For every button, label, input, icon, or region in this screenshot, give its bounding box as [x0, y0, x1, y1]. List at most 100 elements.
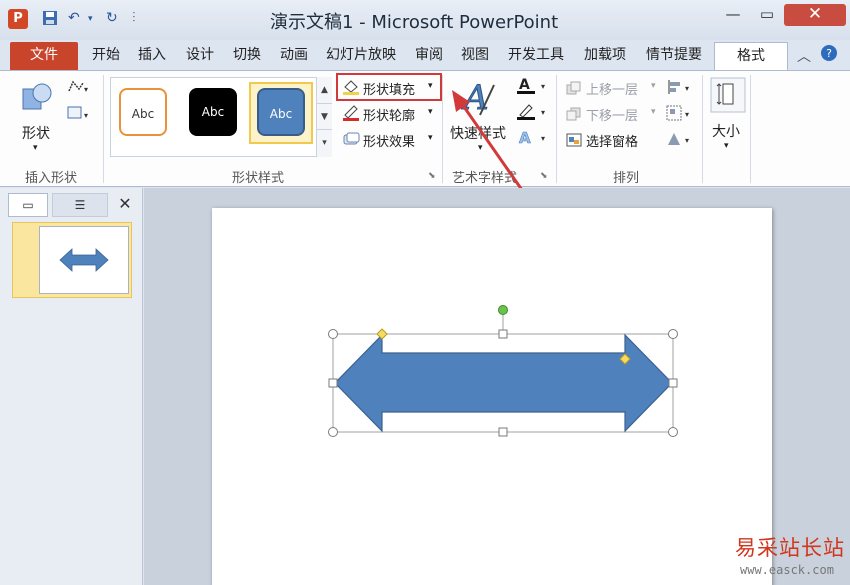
- shapes-button[interactable]: 形状: [22, 123, 50, 143]
- slides-tab[interactable]: ▭: [8, 193, 48, 217]
- shape-style-black[interactable]: Abc: [189, 88, 237, 136]
- group-divider: [750, 75, 751, 183]
- shapes-dropdown-icon[interactable]: ▾: [33, 143, 38, 153]
- tab-format[interactable]: 格式: [714, 42, 788, 70]
- slides-pane: ▭ ☰ ✕ 1: [0, 188, 143, 585]
- svg-text:▾: ▾: [541, 108, 545, 117]
- bring-forward-icon: [566, 81, 582, 99]
- tab-insert[interactable]: 插入: [134, 42, 170, 70]
- insert-shapes-group-label: 插入形状: [25, 171, 78, 186]
- svg-text:▾: ▾: [541, 82, 545, 91]
- shape-outline-dropdown-icon[interactable]: ▾: [428, 107, 433, 117]
- slide-shapes: [328, 305, 678, 437]
- redo-icon[interactable]: ↻: [106, 10, 118, 26]
- gallery-up-icon[interactable]: ▲: [317, 77, 332, 103]
- tab-view[interactable]: 视图: [457, 42, 493, 70]
- undo-icon[interactable]: ↶: [68, 10, 80, 26]
- resize-handle-right: [668, 378, 678, 388]
- slide-editor: [144, 188, 850, 585]
- send-backward-icon: [566, 107, 582, 125]
- customize-toolbar-icon[interactable]: ⫶: [132, 10, 136, 26]
- gallery-down-icon[interactable]: ▼: [317, 103, 332, 129]
- shape-fill-highlight-box: [336, 73, 442, 101]
- slide-thumbnail[interactable]: [39, 226, 129, 294]
- resize-handle-bottom-right: [668, 427, 678, 437]
- tab-slideshow[interactable]: 幻灯片放映: [322, 42, 400, 70]
- tab-design[interactable]: 设计: [182, 42, 218, 70]
- group-divider: [103, 75, 104, 183]
- annotation-arrow: [452, 90, 524, 191]
- tab-home[interactable]: 开始: [88, 42, 124, 70]
- help-icon[interactable]: ?: [820, 44, 838, 66]
- undo-dropdown-icon[interactable]: ▾: [88, 14, 93, 24]
- maximize-button[interactable]: ▭: [752, 4, 782, 26]
- send-backward-button[interactable]: 下移一层: [586, 105, 638, 124]
- resize-handle-left: [328, 378, 338, 388]
- pane-tabs: ▭ ☰ ✕: [8, 193, 136, 217]
- thumbnail-arrow-shape: [59, 248, 109, 272]
- svg-text:▾: ▾: [541, 134, 545, 143]
- watermark-url: www.easck.com: [740, 563, 834, 577]
- minimize-ribbon-icon[interactable]: ︿: [797, 46, 811, 66]
- tab-transitions[interactable]: 切换: [229, 42, 265, 70]
- rotate-icon[interactable]: ▾: [666, 131, 694, 151]
- size-icon[interactable]: [710, 77, 746, 117]
- adjust-handle-head: [376, 328, 388, 340]
- shape-styles-launcher-icon[interactable]: ⬊: [428, 171, 436, 181]
- svg-text:▾: ▾: [685, 110, 689, 119]
- edit-shape-icon[interactable]: ▾: [67, 79, 89, 99]
- resize-handle-top-left: [328, 329, 338, 339]
- shape-effects-dropdown-icon[interactable]: ▾: [428, 133, 433, 143]
- shape-styles-group-label: 形状样式: [232, 171, 285, 186]
- close-button[interactable]: ✕: [784, 4, 846, 26]
- rotation-handle: [498, 305, 508, 315]
- close-pane-icon[interactable]: ✕: [114, 193, 136, 217]
- shape-style-blue[interactable]: Abc: [257, 88, 305, 136]
- text-box-icon[interactable]: ▾: [67, 105, 89, 125]
- bring-forward-dropdown-icon[interactable]: ▾: [651, 81, 656, 91]
- bring-forward-button[interactable]: 上移一层: [586, 79, 638, 98]
- gallery-more-icon[interactable]: ▾: [317, 129, 332, 155]
- resize-handle-top-right: [668, 329, 678, 339]
- send-backward-dropdown-icon[interactable]: ▾: [651, 107, 656, 117]
- tab-storyboarding[interactable]: 情节提要: [642, 42, 706, 70]
- slide-thumbnail-selected[interactable]: [12, 222, 132, 298]
- size-dropdown-icon[interactable]: ▾: [724, 141, 729, 151]
- selection-pane-icon: [566, 133, 582, 151]
- wordart-launcher-icon[interactable]: ⬊: [540, 171, 548, 181]
- save-icon[interactable]: [42, 10, 58, 30]
- gallery-scroll[interactable]: ▲ ▼ ▾: [316, 77, 332, 157]
- outline-view-icon: ☰: [74, 198, 86, 212]
- align-icon[interactable]: ▾: [666, 79, 694, 99]
- minimize-button[interactable]: —: [718, 4, 748, 26]
- tab-developer[interactable]: 开发工具: [504, 42, 568, 70]
- shape-style-outline-orange[interactable]: Abc: [119, 88, 167, 136]
- tab-addins[interactable]: 加载项: [580, 42, 630, 70]
- svg-text:▾: ▾: [685, 136, 689, 145]
- shape-style-gallery[interactable]: Abc Abc Abc: [110, 77, 332, 157]
- shapes-icon[interactable]: [20, 81, 54, 119]
- watermark-title: 易采站长站: [735, 536, 845, 560]
- group-divider: [702, 75, 703, 183]
- left-right-arrow-shape: [334, 333, 673, 433]
- shape-outline-button[interactable]: 形状轮廓: [363, 105, 415, 124]
- window-title: 演示文稿1 - Microsoft PowerPoint: [270, 12, 559, 33]
- title-bar: P ↶ ▾ ↻ ⫶ 演示文稿1 - Microsoft PowerPoint —…: [0, 0, 850, 40]
- tab-review[interactable]: 审阅: [411, 42, 447, 70]
- svg-text:▾: ▾: [84, 111, 88, 120]
- svg-text:▾: ▾: [84, 85, 88, 94]
- shape-effects-button[interactable]: 形状效果: [363, 131, 415, 150]
- arrange-group-label: 排列: [613, 171, 640, 186]
- outline-tab[interactable]: ☰: [52, 193, 108, 217]
- selection-pane-button[interactable]: 选择窗格: [586, 131, 638, 150]
- shape-effects-icon: [342, 131, 360, 151]
- group-objects-icon[interactable]: ▾: [666, 105, 694, 125]
- size-button[interactable]: 大小: [712, 121, 740, 141]
- slide-canvas[interactable]: [212, 208, 772, 585]
- resize-handle-top: [498, 329, 508, 339]
- resize-handle-bottom-left: [328, 427, 338, 437]
- powerpoint-app-icon[interactable]: P: [8, 9, 28, 29]
- tab-animations[interactable]: 动画: [276, 42, 312, 70]
- tab-file[interactable]: 文件: [10, 42, 78, 70]
- svg-text:?: ?: [826, 47, 832, 60]
